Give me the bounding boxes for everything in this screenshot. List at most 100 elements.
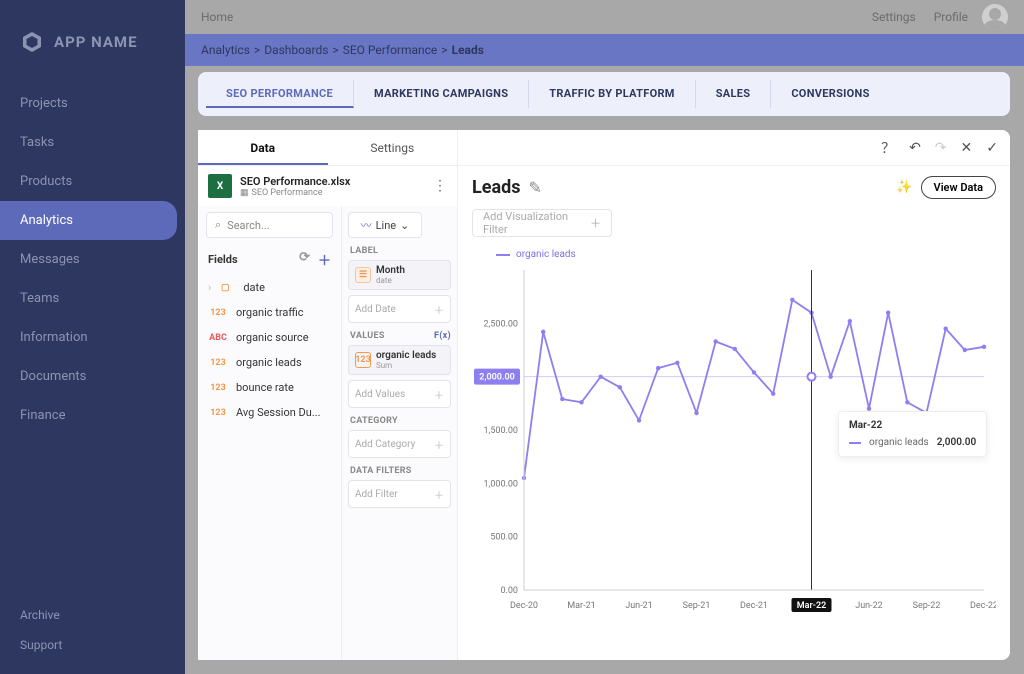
svg-text:Jun-22: Jun-22 bbox=[855, 601, 883, 611]
help-icon[interactable]: ？ bbox=[881, 138, 895, 158]
date-type-icon: ▢ bbox=[215, 283, 235, 293]
file-row: X SEO Performance.xlsx ▦ SEO Performance… bbox=[198, 166, 457, 206]
fx-button[interactable]: F(x) bbox=[434, 331, 451, 341]
values-chip[interactable]: 123 organic leadsSum bbox=[348, 345, 451, 375]
search-input[interactable]: ⌕ Search... bbox=[206, 212, 333, 238]
sidebar-item-tasks[interactable]: Tasks bbox=[0, 123, 185, 162]
chart-tooltip: Mar-22 organic leads2,000.00 bbox=[838, 411, 987, 457]
svg-text:Dec-22: Dec-22 bbox=[970, 601, 996, 611]
num-type-icon: 123 bbox=[208, 408, 228, 418]
fields-label: Fields bbox=[208, 253, 238, 266]
sidebar-item-archive[interactable]: Archive bbox=[0, 600, 185, 630]
chart-legend: organic leads bbox=[496, 249, 996, 260]
breadcrumb-item: Leads bbox=[452, 43, 484, 57]
chart-area: organic leads 0.00 500.00 1,000.00 1,500.00… bbox=[458, 243, 1010, 660]
dashboard-tab[interactable]: TRAFFIC BY PLATFORM bbox=[529, 80, 695, 108]
svg-text:2,500.00: 2,500.00 bbox=[484, 319, 519, 329]
add-viz-filter-button[interactable]: Add Visualization Filter＋ bbox=[472, 209, 612, 237]
num-type-icon: 123 bbox=[208, 358, 228, 368]
field-item[interactable]: ABCorganic source bbox=[198, 325, 341, 350]
editor-card: DataSettings X SEO Performance.xlsx ▦ SE… bbox=[198, 130, 1010, 660]
viz-toolbar: ？ ↶ ↷ ✕ ✓ bbox=[458, 130, 1010, 166]
number-icon: 123 bbox=[355, 352, 371, 368]
svg-text:1,500.00: 1,500.00 bbox=[484, 426, 519, 436]
settings-link[interactable]: Settings bbox=[872, 10, 916, 24]
field-item[interactable]: 123bounce rate bbox=[198, 375, 341, 400]
hexagon-icon bbox=[20, 30, 44, 54]
dashboard-tab[interactable]: CONVERSIONS bbox=[771, 80, 889, 108]
svg-text:Sep-21: Sep-21 bbox=[683, 601, 711, 611]
search-icon: ⌕ bbox=[215, 218, 221, 232]
close-icon[interactable]: ✕ bbox=[961, 140, 973, 156]
sidebar-item-messages[interactable]: Messages bbox=[0, 240, 185, 279]
breadcrumb-item[interactable]: SEO Performance bbox=[343, 43, 438, 57]
svg-text:Mar-21: Mar-21 bbox=[567, 601, 595, 611]
undo-icon[interactable]: ↶ bbox=[909, 140, 921, 156]
line-chart-icon: 〰 bbox=[361, 217, 372, 233]
dashboard-tab[interactable]: MARKETING CAMPAIGNS bbox=[354, 80, 529, 108]
sidebar-item-analytics[interactable]: Analytics bbox=[0, 201, 177, 240]
profile-link[interactable]: Profile bbox=[934, 10, 968, 24]
app-name: APP NAME bbox=[54, 33, 138, 51]
fields-refresh-icon[interactable]: ⟳ bbox=[299, 250, 310, 269]
svg-text:0.00: 0.00 bbox=[500, 586, 518, 596]
field-item[interactable]: 123organic leads bbox=[198, 350, 341, 375]
sidebar-item-information[interactable]: Information bbox=[0, 318, 185, 357]
svg-text:2,000.00: 2,000.00 bbox=[479, 373, 515, 383]
sidebar-item-projects[interactable]: Projects bbox=[0, 84, 185, 123]
sheet-name: ▦ SEO Performance bbox=[240, 188, 350, 198]
add-filter-button[interactable]: Add Filter＋ bbox=[348, 480, 451, 508]
logo: APP NAME bbox=[0, 30, 185, 84]
pencil-icon[interactable]: ✎ bbox=[528, 178, 541, 197]
confirm-icon[interactable]: ✓ bbox=[986, 140, 998, 156]
sidebar-item-support[interactable]: Support bbox=[0, 630, 185, 660]
view-data-button[interactable]: View Data bbox=[921, 176, 996, 199]
breadcrumb: Analytics > Dashboards > SEO Performance… bbox=[185, 34, 1024, 66]
builder-column: 〰 Line ⌄ LABEL ☰ Monthdate Add Date＋ VAL… bbox=[342, 206, 457, 660]
svg-text:Dec-21: Dec-21 bbox=[740, 601, 768, 611]
label-chip[interactable]: ☰ Monthdate bbox=[348, 260, 451, 290]
num-type-icon: 123 bbox=[208, 383, 228, 393]
sidebar-item-documents[interactable]: Documents bbox=[0, 357, 185, 396]
chevron-down-icon: ⌄ bbox=[400, 219, 409, 232]
avatar[interactable] bbox=[982, 4, 1008, 30]
viz-title: Leads bbox=[472, 177, 520, 198]
svg-text:Mar-22: Mar-22 bbox=[797, 601, 827, 611]
config-panel: DataSettings X SEO Performance.xlsx ▦ SE… bbox=[198, 130, 458, 660]
viz-panel: ？ ↶ ↷ ✕ ✓ Leads ✎ ✨ View Data Add Visual… bbox=[458, 130, 1010, 660]
breadcrumb-item[interactable]: Dashboards bbox=[264, 43, 328, 57]
home-link[interactable]: Home bbox=[201, 10, 233, 24]
dashboard-tab[interactable]: SALES bbox=[696, 80, 772, 108]
dashboard-tab[interactable]: SEO PERFORMANCE bbox=[206, 80, 354, 108]
breadcrumb-item[interactable]: Analytics bbox=[201, 43, 250, 57]
file-name: SEO Performance.xlsx bbox=[240, 175, 350, 188]
excel-icon: X bbox=[208, 174, 232, 198]
discover-icon[interactable]: ✨ bbox=[896, 180, 912, 195]
add-values-button[interactable]: Add Values＋ bbox=[348, 380, 451, 408]
field-item[interactable]: 123organic traffic bbox=[198, 300, 341, 325]
dashboard-tabs: SEO PERFORMANCEMARKETING CAMPAIGNSTRAFFI… bbox=[198, 72, 1010, 116]
sidebar: APP NAME ProjectsTasksProductsAnalyticsM… bbox=[0, 0, 185, 674]
calendar-icon: ☰ bbox=[355, 267, 371, 283]
svg-text:Sep-22: Sep-22 bbox=[913, 601, 941, 611]
add-date-button[interactable]: Add Date＋ bbox=[348, 295, 451, 323]
text-type-icon: ABC bbox=[208, 333, 228, 343]
sidebar-item-teams[interactable]: Teams bbox=[0, 279, 185, 318]
add-field-icon[interactable]: ＋ bbox=[318, 250, 331, 269]
svg-text:1,000.00: 1,000.00 bbox=[484, 479, 519, 489]
svg-text:Jun-21: Jun-21 bbox=[625, 601, 653, 611]
redo-icon[interactable]: ↷ bbox=[935, 140, 947, 156]
chart-type-select[interactable]: 〰 Line ⌄ bbox=[348, 212, 422, 238]
svg-text:Dec-20: Dec-20 bbox=[510, 601, 538, 611]
file-menu-icon[interactable]: ⋮ bbox=[433, 178, 447, 194]
num-type-icon: 123 bbox=[208, 308, 228, 318]
field-item[interactable]: 123Avg Session Du... bbox=[198, 400, 341, 425]
svg-text:500.00: 500.00 bbox=[490, 533, 518, 543]
config-tab-settings[interactable]: Settings bbox=[328, 130, 458, 165]
sidebar-item-products[interactable]: Products bbox=[0, 162, 185, 201]
add-category-button[interactable]: Add Category＋ bbox=[348, 430, 451, 458]
sidebar-item-finance[interactable]: Finance bbox=[0, 396, 185, 435]
field-item[interactable]: ›▢date bbox=[198, 275, 341, 300]
topbar: Home Settings Profile bbox=[185, 0, 1024, 34]
config-tab-data[interactable]: Data bbox=[198, 130, 328, 165]
